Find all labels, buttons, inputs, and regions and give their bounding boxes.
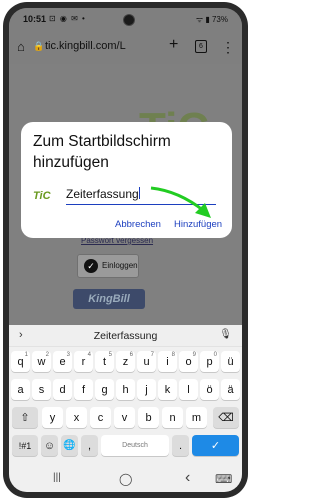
globe-key[interactable]: 🌐 <box>61 435 78 456</box>
key-s[interactable]: s <box>32 379 51 400</box>
key-z[interactable]: z6 <box>116 351 135 372</box>
key-g[interactable]: g <box>95 379 114 400</box>
key-r[interactable]: r4 <box>74 351 93 372</box>
browser-toolbar: ⌂ 🔒 tic.kingbill.com/L + 6 ⋮ <box>9 30 242 64</box>
navigation-bar: ||| ◯ ‹ ⌨ <box>9 467 242 492</box>
new-tab-icon[interactable]: + <box>169 36 178 54</box>
key-row-3: ⇧ ⌫ yxcvbnm <box>9 407 242 431</box>
mic-icon[interactable]: 🎙 <box>219 329 232 340</box>
url-field[interactable]: tic.kingbill.com/L <box>45 40 165 52</box>
key-d[interactable]: d <box>53 379 72 400</box>
tab-switcher-button[interactable]: 6 <box>195 40 207 53</box>
key-u[interactable]: u7 <box>137 351 156 372</box>
key-row-2: asdfghjklöä <box>9 379 242 403</box>
key-hint-1: 1 <box>24 352 28 358</box>
keyboard: › Zeiterfassung 🎙 q1w2e3r4t5z6u7i8o9p0ü … <box>9 325 242 467</box>
key-hint-7: 7 <box>150 352 154 358</box>
key-h[interactable]: h <box>116 379 135 400</box>
key-c[interactable]: c <box>90 407 111 428</box>
key-b[interactable]: b <box>138 407 159 428</box>
key-hint-3: 3 <box>66 352 70 358</box>
pointer-arrow-icon <box>150 186 211 218</box>
key-y[interactable]: y <box>42 407 63 428</box>
back-icon[interactable]: ‹ <box>185 469 190 487</box>
key-hint-4: 4 <box>87 352 91 358</box>
key-hint-6: 6 <box>129 352 133 358</box>
suggestion-word[interactable]: Zeiterfassung <box>9 330 242 342</box>
key-q[interactable]: q1 <box>11 351 30 372</box>
key-x[interactable]: x <box>66 407 87 428</box>
key-hint-5: 5 <box>108 352 112 358</box>
keyboard-icon[interactable]: ⌨ <box>215 472 232 486</box>
check-icon: ✓ <box>84 259 98 273</box>
key-m[interactable]: m <box>186 407 207 428</box>
comma-key[interactable]: , <box>81 435 98 456</box>
key-hint-8: 8 <box>171 352 175 358</box>
status-time: 10:51 <box>23 14 47 24</box>
signal-battery-icon: ᯤ ▮ 73% <box>195 15 228 24</box>
done-key[interactable]: ✓ <box>192 435 239 456</box>
recents-icon[interactable]: ||| <box>53 472 61 483</box>
shift-key[interactable]: ⇧ <box>12 407 38 428</box>
key-v[interactable]: v <box>114 407 135 428</box>
key-ö[interactable]: ö <box>200 379 219 400</box>
key-a[interactable]: a <box>11 379 30 400</box>
app-logo: TiC <box>33 190 51 202</box>
key-hint-2: 2 <box>45 352 49 358</box>
key-t[interactable]: t5 <box>95 351 114 372</box>
screen: 10:51 ⊡ ◉ ✉ • ᯤ ▮ 73% ⌂ 🔒 tic.kingbill.c… <box>9 8 242 492</box>
menu-icon[interactable]: ⋮ <box>221 39 235 56</box>
suggestion-bar: › Zeiterfassung 🎙 <box>9 325 242 347</box>
lock-icon[interactable]: 🔒 <box>33 41 44 52</box>
login-button-label: Einloggen <box>102 261 138 270</box>
login-button[interactable]: ✓ Einloggen <box>77 254 139 278</box>
space-key[interactable]: Deutsch <box>101 435 169 456</box>
key-i[interactable]: i8 <box>158 351 177 372</box>
key-n[interactable]: n <box>162 407 183 428</box>
key-p[interactable]: p0 <box>200 351 219 372</box>
key-e[interactable]: e3 <box>53 351 72 372</box>
text-cursor <box>138 187 140 199</box>
shortcut-name-value: Zeiterfassung <box>66 187 139 201</box>
key-ü[interactable]: ü <box>221 351 240 372</box>
key-k[interactable]: k <box>158 379 177 400</box>
home-icon[interactable]: ⌂ <box>17 39 25 54</box>
key-o[interactable]: o9 <box>179 351 198 372</box>
backspace-key[interactable]: ⌫ <box>213 407 239 428</box>
dialog-title: Zum Startbildschirm hinzufügen <box>33 133 171 171</box>
phone-frame: 10:51 ⊡ ◉ ✉ • ᯤ ▮ 73% ⌂ 🔒 tic.kingbill.c… <box>3 2 248 498</box>
symbols-key[interactable]: !#1 <box>12 435 38 456</box>
notification-icons: ⊡ ◉ ✉ • <box>49 14 86 23</box>
key-row-1: q1w2e3r4t5z6u7i8o9p0ü <box>9 351 242 375</box>
period-key[interactable]: . <box>172 435 189 456</box>
camera-cutout <box>123 14 135 26</box>
key-w[interactable]: w2 <box>32 351 51 372</box>
key-row-4: !#1 ☺ 🌐 , Deutsch . ✓ <box>9 435 242 459</box>
key-j[interactable]: j <box>137 379 156 400</box>
key-hint-0: 0 <box>213 352 217 358</box>
key-f[interactable]: f <box>74 379 93 400</box>
key-hint-9: 9 <box>192 352 196 358</box>
emoji-key[interactable]: ☺ <box>41 435 58 456</box>
key-ä[interactable]: ä <box>221 379 240 400</box>
kingbill-logo: KingBill <box>73 289 145 309</box>
home-button-icon[interactable]: ◯ <box>119 472 132 486</box>
key-l[interactable]: l <box>179 379 198 400</box>
